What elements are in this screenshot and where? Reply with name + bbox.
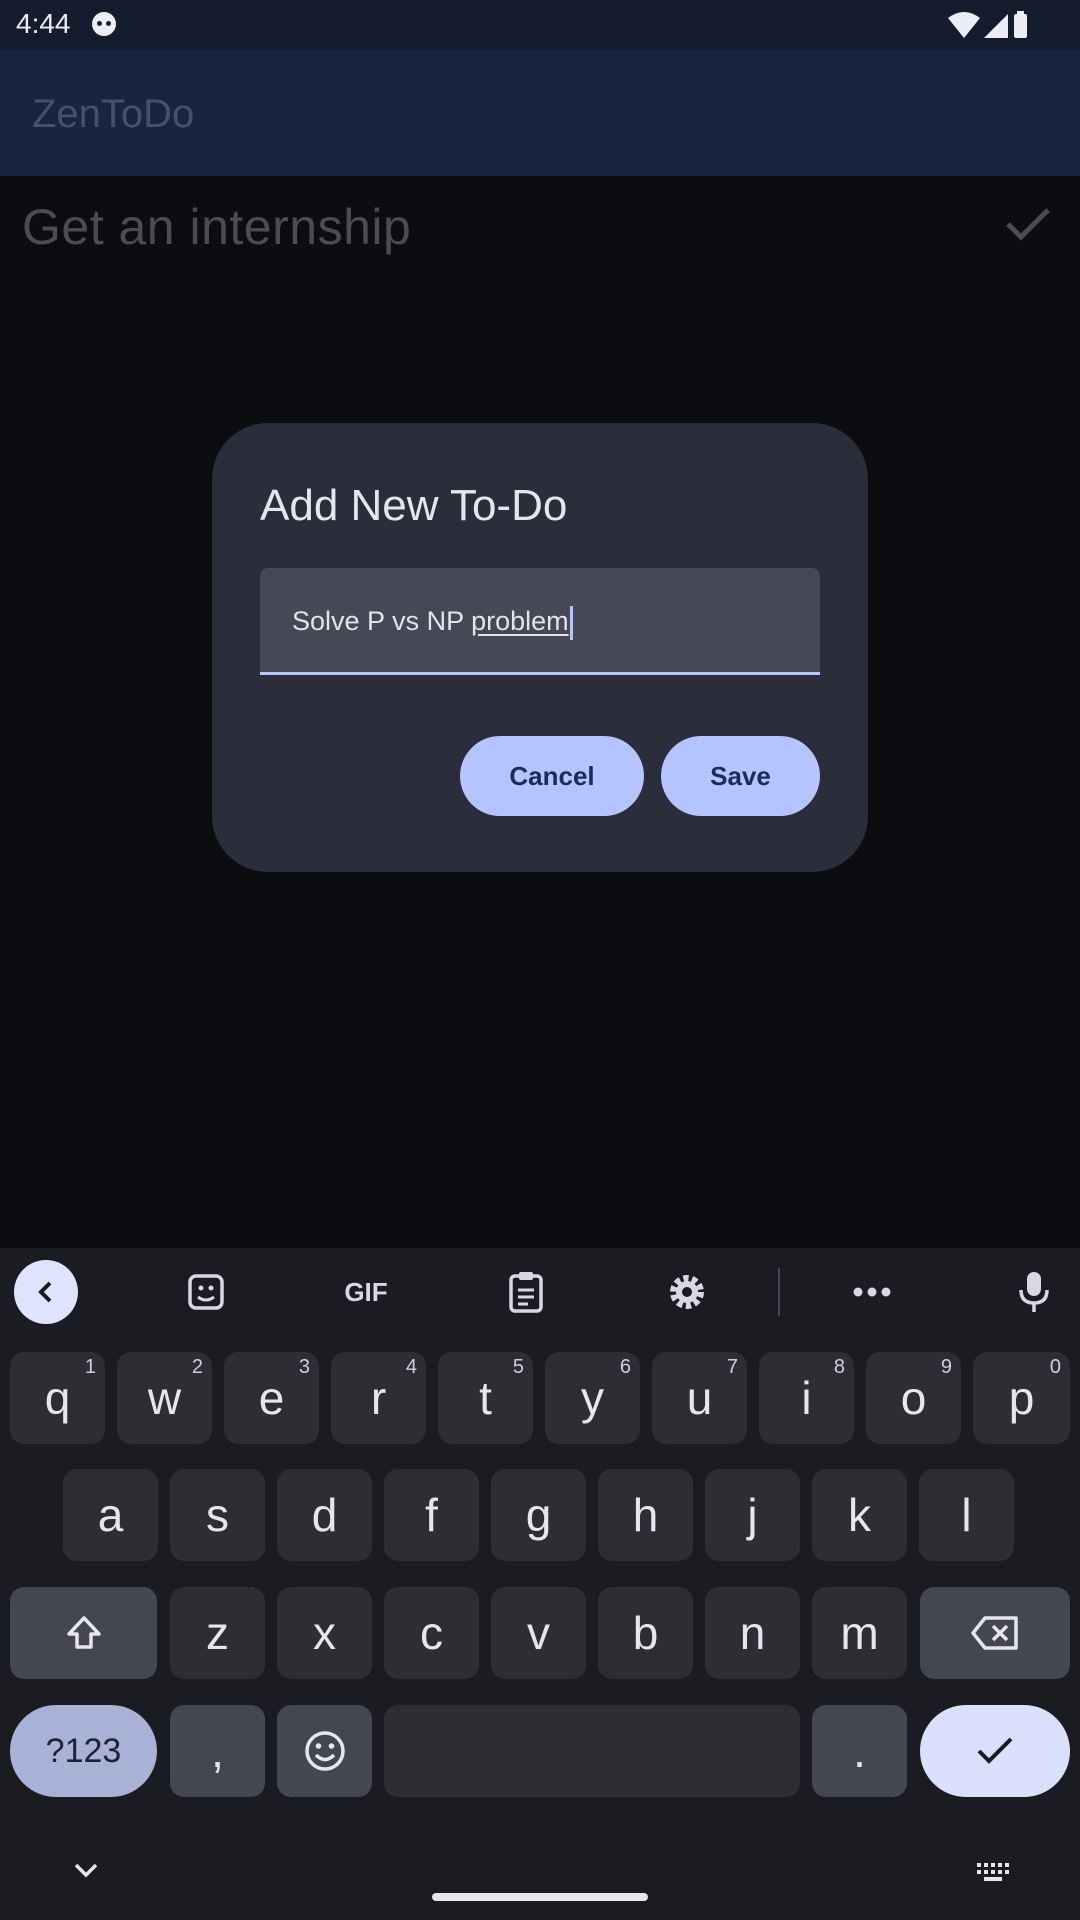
back-icon[interactable] bbox=[14, 1260, 78, 1324]
enter-key[interactable] bbox=[920, 1705, 1070, 1797]
hide-keyboard-icon[interactable] bbox=[72, 1862, 100, 1878]
key-w[interactable]: w2 bbox=[117, 1352, 212, 1444]
notification-app-icon bbox=[92, 12, 116, 36]
todo-input-value: Solve P vs NP problem bbox=[292, 606, 573, 640]
app-title: ZenToDo bbox=[32, 92, 195, 136]
key-l[interactable]: l bbox=[919, 1469, 1014, 1561]
battery-icon bbox=[1014, 14, 1027, 38]
text-caret bbox=[569, 606, 573, 640]
toolbar-divider bbox=[778, 1268, 780, 1316]
shift-icon bbox=[66, 1616, 101, 1649]
todo-text-input[interactable]: Solve P vs NP problem bbox=[260, 568, 820, 675]
key-a[interactable]: a bbox=[63, 1469, 158, 1561]
todo-item-text: Get an internship bbox=[22, 199, 412, 255]
dialog-title: Add New To-Do bbox=[260, 481, 568, 530]
status-icons bbox=[948, 11, 1027, 38]
mic-icon[interactable] bbox=[1002, 1260, 1066, 1324]
key-g[interactable]: g bbox=[491, 1469, 586, 1561]
status-time: 4:44 bbox=[16, 8, 71, 39]
key-k[interactable]: k bbox=[812, 1469, 907, 1561]
signal-icon bbox=[984, 14, 1008, 38]
app-bar: ZenToDo bbox=[0, 50, 1080, 176]
key-c[interactable]: c bbox=[384, 1587, 479, 1679]
key-v[interactable]: v bbox=[491, 1587, 586, 1679]
key-x[interactable]: x bbox=[277, 1587, 372, 1679]
key-f[interactable]: f bbox=[384, 1469, 479, 1561]
key-m[interactable]: m bbox=[812, 1587, 907, 1679]
key-d[interactable]: d bbox=[277, 1469, 372, 1561]
key-e[interactable]: e3 bbox=[224, 1352, 319, 1444]
keyboard-toolbar: GIF bbox=[0, 1248, 1080, 1336]
status-bar: 4:44 bbox=[0, 0, 1080, 50]
check-icon[interactable] bbox=[1004, 204, 1052, 244]
soft-keyboard: GIF q1 w2 e3 r4 t5 y6 u7 i8 o9 p0 a s d … bbox=[0, 1248, 1080, 1920]
period-key[interactable]: . bbox=[812, 1705, 907, 1797]
cancel-button[interactable]: Cancel bbox=[460, 736, 644, 816]
add-todo-dialog: Add New To-Do Solve P vs NP problem Canc… bbox=[212, 423, 868, 872]
key-j[interactable]: j bbox=[705, 1469, 800, 1561]
comma-key[interactable]: , bbox=[170, 1705, 265, 1797]
sticker-icon[interactable] bbox=[174, 1260, 238, 1324]
composing-text: problem bbox=[471, 606, 569, 637]
backspace-icon bbox=[971, 1616, 1018, 1650]
gear-icon[interactable] bbox=[655, 1260, 719, 1324]
key-h[interactable]: h bbox=[598, 1469, 693, 1561]
emoji-icon bbox=[304, 1731, 345, 1771]
key-s[interactable]: s bbox=[170, 1469, 265, 1561]
keyboard-switch-icon[interactable] bbox=[976, 1862, 1012, 1882]
key-p[interactable]: p0 bbox=[973, 1352, 1070, 1444]
clipboard-icon[interactable] bbox=[494, 1260, 558, 1324]
gif-button[interactable]: GIF bbox=[334, 1260, 398, 1324]
symbols-key[interactable]: ?123 bbox=[10, 1705, 157, 1797]
key-z[interactable]: z bbox=[170, 1587, 265, 1679]
backspace-key[interactable] bbox=[920, 1587, 1070, 1679]
key-y[interactable]: y6 bbox=[545, 1352, 640, 1444]
key-o[interactable]: o9 bbox=[866, 1352, 961, 1444]
shift-key[interactable] bbox=[10, 1587, 157, 1679]
emoji-key[interactable] bbox=[277, 1705, 372, 1797]
key-u[interactable]: u7 bbox=[652, 1352, 747, 1444]
key-t[interactable]: t5 bbox=[438, 1352, 533, 1444]
space-key[interactable] bbox=[384, 1705, 800, 1797]
more-icon[interactable] bbox=[840, 1260, 904, 1324]
key-i[interactable]: i8 bbox=[759, 1352, 854, 1444]
key-b[interactable]: b bbox=[598, 1587, 693, 1679]
key-n[interactable]: n bbox=[705, 1587, 800, 1679]
check-icon bbox=[977, 1737, 1013, 1764]
key-r[interactable]: r4 bbox=[331, 1352, 426, 1444]
gesture-nav-handle[interactable] bbox=[432, 1893, 648, 1901]
todo-list-item[interactable]: Get an internship bbox=[0, 176, 1080, 276]
wifi-icon bbox=[948, 12, 980, 38]
save-button[interactable]: Save bbox=[661, 736, 820, 816]
key-q[interactable]: q1 bbox=[10, 1352, 105, 1444]
